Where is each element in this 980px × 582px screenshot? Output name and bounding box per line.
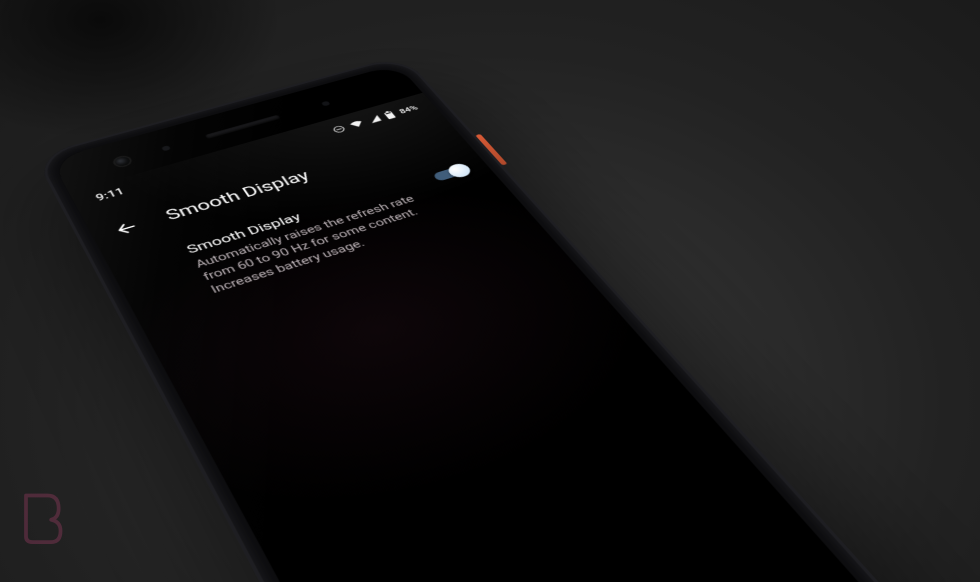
battery-percentage: 84% — [397, 104, 419, 115]
photo-background: 9:11 — [0, 0, 980, 582]
phone-device: 9:11 — [34, 55, 937, 582]
back-button[interactable] — [109, 216, 146, 240]
sensor-dot — [321, 101, 331, 107]
wifi-icon — [348, 119, 367, 130]
do-not-disturb-icon — [331, 124, 348, 134]
front-camera — [113, 156, 132, 168]
phone-screen: 9:11 — [69, 93, 909, 582]
smooth-display-toggle[interactable] — [431, 163, 473, 184]
sensor-dot — [161, 145, 171, 151]
battery-icon — [383, 110, 398, 120]
cellular-signal-icon — [366, 114, 383, 124]
arrow-left-icon — [112, 219, 141, 238]
